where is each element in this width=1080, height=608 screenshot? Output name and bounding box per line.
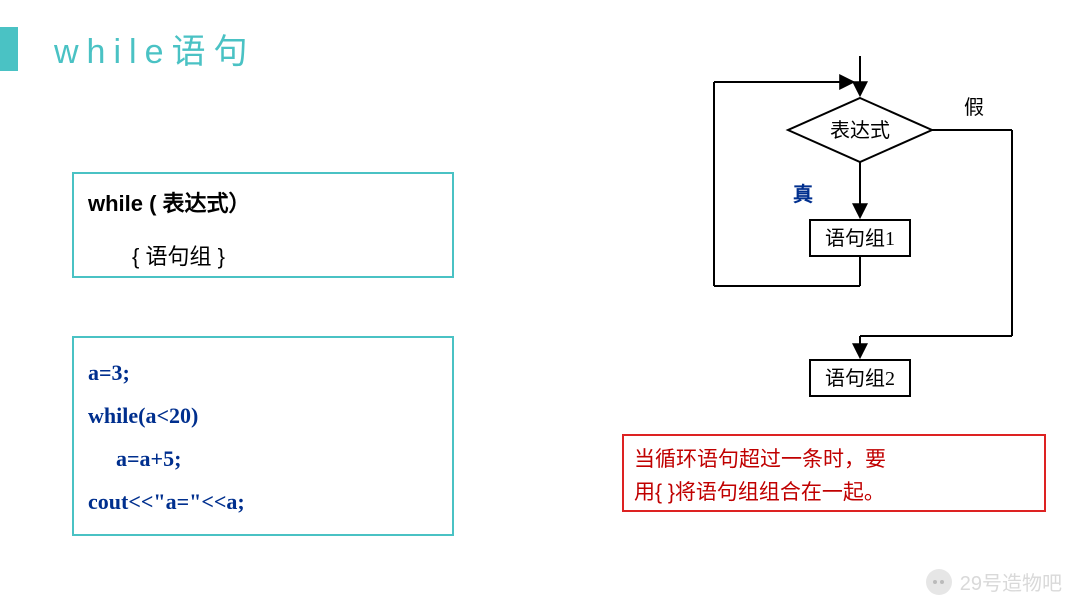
title-accent	[0, 27, 18, 71]
watermark: 29号造物吧	[926, 567, 1062, 596]
flow-true-label: 真	[793, 182, 813, 206]
page-title: while语句	[54, 24, 255, 73]
syntax-line-2: { 语句组 }	[132, 239, 438, 271]
flowchart: 表达式 假 真 语句组1 语句组2	[620, 56, 1040, 406]
flow-false-label: 假	[964, 96, 984, 119]
note-line-1: 当循环语句超过一条时，要	[634, 444, 1034, 477]
flow-decision: 表达式	[830, 119, 890, 142]
syntax-box: while ( 表达式） { 语句组 }	[72, 172, 454, 278]
note-line-2: 用{ }将语句组组合在一起。	[634, 477, 1034, 510]
code-line-3: a=a+5;	[116, 438, 438, 481]
note-box: 当循环语句超过一条时，要 用{ }将语句组组合在一起。	[622, 434, 1046, 512]
flow-block2: 语句组2	[825, 367, 895, 390]
wechat-icon	[926, 569, 952, 595]
code-line-4: cout<<"a="<<a;	[88, 481, 438, 524]
syntax-line-1: while ( 表达式）	[88, 186, 438, 221]
code-line-2: while(a<20)	[88, 395, 438, 438]
flow-block1: 语句组1	[825, 227, 895, 250]
watermark-text: 29号造物吧	[960, 567, 1062, 596]
title-bar: while语句	[0, 24, 255, 73]
code-line-1: a=3;	[88, 352, 438, 395]
code-box: a=3; while(a<20) a=a+5; cout<<"a="<<a;	[72, 336, 454, 536]
